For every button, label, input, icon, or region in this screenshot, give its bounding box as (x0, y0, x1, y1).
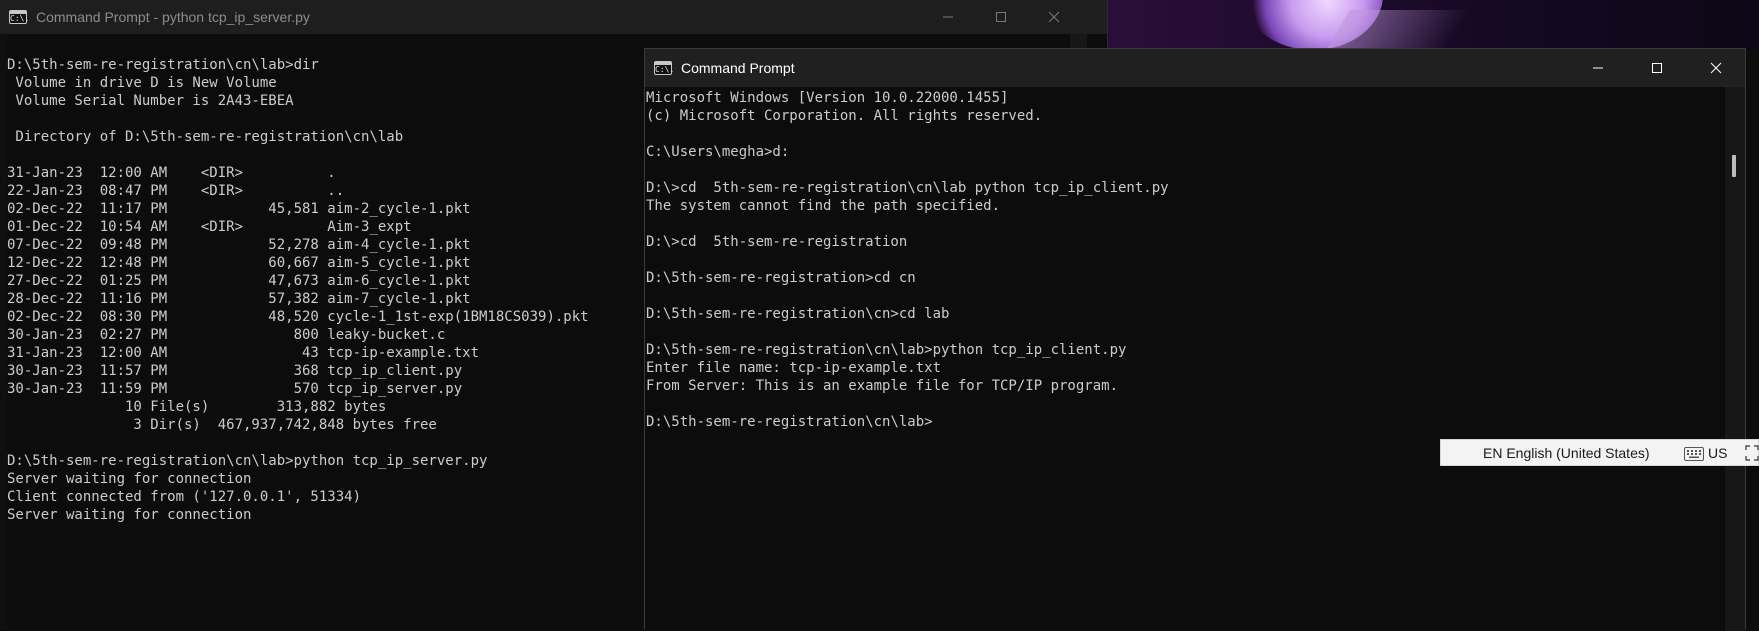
terminal-line: 27-Dec-22 01:25 PM 47,673 aim-6_cycle-1.… (7, 273, 471, 289)
close-button[interactable] (1027, 0, 1080, 34)
terminal-line: (c) Microsoft Corporation. All rights re… (646, 108, 1043, 124)
window-title: Command Prompt (681, 60, 795, 76)
language-indicator[interactable]: EN English (United States) US (1440, 439, 1759, 466)
terminal-output[interactable]: Microsoft Windows [Version 10.0.22000.14… (646, 89, 1169, 431)
terminal-line: D:\5th-sem-re-registration\cn\lab>dir (7, 57, 319, 73)
terminal-line: 30-Jan-23 02:27 PM 800 leaky-bucket.c (7, 327, 446, 343)
scrollbar-thumb[interactable] (1732, 155, 1736, 177)
window-title: Command Prompt - python tcp_ip_server.py (36, 9, 310, 25)
terminal-line: 01-Dec-22 10:54 AM <DIR> Aim-3_expt (7, 219, 412, 235)
command-prompt-icon: C:\. (9, 10, 29, 24)
terminal-line: 3 Dir(s) 467,937,742,848 bytes free (7, 417, 437, 433)
terminal-line: D:\5th-sem-re-registration>cd cn (646, 270, 916, 286)
minimize-button[interactable] (1568, 49, 1627, 87)
terminal-line: D:\>cd 5th-sem-re-registration\cn\lab py… (646, 180, 1169, 196)
terminal-line: 30-Jan-23 11:57 PM 368 tcp_ip_client.py (7, 363, 463, 379)
terminal-line: 02-Dec-22 08:30 PM 48,520 cycle-1_1st-ex… (7, 309, 589, 325)
keyboard-icon (1684, 447, 1704, 461)
command-prompt-icon: C:\. (654, 61, 674, 75)
terminal-line: 02-Dec-22 11:17 PM 45,581 aim-2_cycle-1.… (7, 201, 471, 217)
terminal-line: Volume Serial Number is 2A43-EBEA (7, 93, 294, 109)
close-icon (1048, 11, 1059, 23)
maximize-icon (1651, 63, 1662, 73)
terminal-line: Client connected from ('127.0.0.1', 5133… (7, 489, 362, 505)
terminal-line: 12-Dec-22 12:48 PM 60,667 aim-5_cycle-1.… (7, 255, 471, 271)
terminal-line: D:\5th-sem-re-registration\cn\lab> (646, 414, 933, 430)
terminal-line: D:\5th-sem-re-registration\cn\lab>python… (7, 453, 488, 469)
terminal-line: C:\Users\megha>d: (646, 144, 790, 160)
minimize-icon (1592, 67, 1603, 69)
wallpaper-petal (1326, 10, 1470, 50)
maximize-button[interactable] (1627, 49, 1686, 87)
keyboard-layout: US (1708, 444, 1728, 461)
terminal-line: From Server: This is an example file for… (646, 378, 1119, 394)
terminal-line: D:\5th-sem-re-registration\cn\lab>python… (646, 342, 1127, 358)
title-bar[interactable]: C:\. Command Prompt (645, 49, 1745, 87)
close-icon (1710, 62, 1721, 74)
terminal-line: The system cannot find the path specifie… (646, 198, 1001, 214)
terminal-line: Directory of D:\5th-sem-re-registration\… (7, 129, 404, 145)
terminal-line: 10 File(s) 313,882 bytes (7, 399, 387, 415)
terminal-line: 22-Jan-23 08:47 PM <DIR> .. (7, 183, 345, 199)
minimize-button[interactable] (921, 0, 974, 34)
terminal-line: 28-Dec-22 11:16 PM 57,382 aim-7_cycle-1.… (7, 291, 471, 307)
desktop-wallpaper (1108, 0, 1759, 50)
terminal-line: 31-Jan-23 12:00 AM <DIR> . (7, 165, 336, 181)
title-bar[interactable]: C:\. Command Prompt - python tcp_ip_serv… (0, 0, 1107, 34)
terminal-line: Enter file name: tcp-ip-example.txt (646, 360, 942, 376)
terminal-line: Microsoft Windows [Version 10.0.22000.14… (646, 90, 1009, 106)
language-name: EN English (United States) (1483, 444, 1650, 461)
maximize-button[interactable] (974, 0, 1027, 34)
close-button[interactable] (1686, 49, 1745, 87)
terminal-line: 07-Dec-22 09:48 PM 52,278 aim-4_cycle-1.… (7, 237, 471, 253)
minimize-icon (942, 16, 953, 18)
maximize-icon (995, 12, 1006, 22)
terminal-line: 30-Jan-23 11:59 PM 570 tcp_ip_server.py (7, 381, 463, 397)
client-command-prompt-window[interactable]: C:\. Command Prompt Microsoft Windows [V… (644, 48, 1746, 631)
terminal-line: Server waiting for connection (7, 507, 252, 523)
terminal-line: D:\>cd 5th-sem-re-registration (646, 234, 908, 250)
terminal-line: Server waiting for connection (7, 471, 252, 487)
terminal-output[interactable]: D:\5th-sem-re-registration\cn\lab>dir Vo… (7, 56, 589, 524)
expand-icon[interactable] (1745, 445, 1759, 461)
terminal-line: 31-Jan-23 12:00 AM 43 tcp-ip-example.txt (7, 345, 480, 361)
background-window-edge (0, 34, 7, 630)
terminal-line: Volume in drive D is New Volume (7, 75, 277, 91)
terminal-line: D:\5th-sem-re-registration\cn>cd lab (646, 306, 950, 322)
